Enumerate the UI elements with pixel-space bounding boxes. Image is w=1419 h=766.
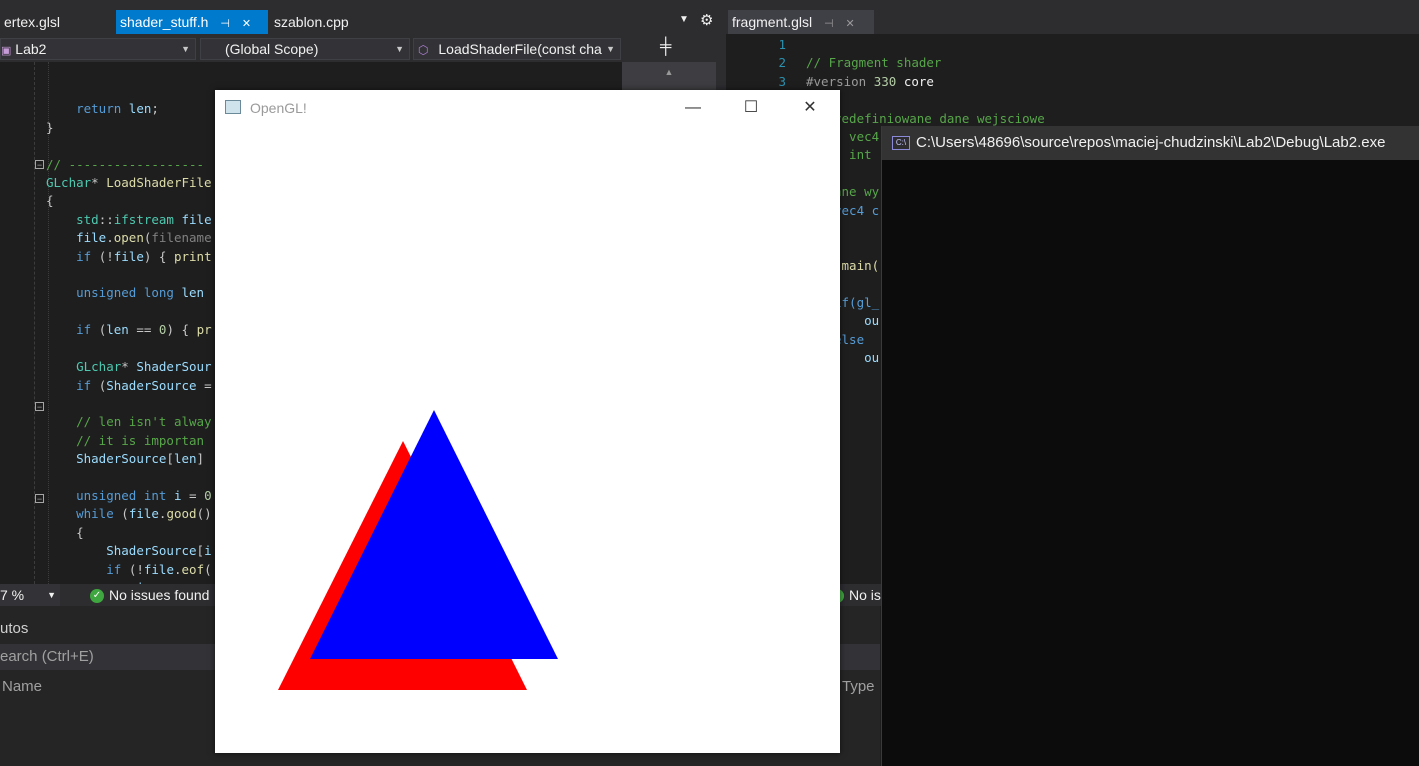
console-title: C:\Users\48696\source\repos\maciej-chudz… — [916, 134, 1386, 151]
code-line: ane wy — [834, 184, 880, 200]
column-header-name[interactable]: Name — [2, 678, 42, 695]
search-placeholder: earch (Ctrl+E) — [0, 648, 94, 665]
blue-triangle — [310, 410, 558, 659]
project-dropdown[interactable]: ▣ Lab2 ▼ — [0, 38, 196, 60]
code-line: std::ifstream file — [76, 211, 212, 227]
code-line: // Fragment shader — [806, 55, 942, 71]
code-line: main( — [834, 257, 880, 273]
code-line: ShaderSource[len] — [76, 451, 212, 467]
console-window[interactable]: C:\ C:\Users\48696\source\repos\maciej-ch… — [881, 126, 1419, 766]
code-line: { — [46, 193, 54, 209]
zoom-level: 7 % — [0, 587, 25, 603]
code-line: return len; — [76, 101, 159, 117]
line-number: 1 — [778, 37, 786, 52]
close-icon[interactable]: ✕ — [846, 12, 855, 36]
fold-toggle[interactable]: − — [35, 160, 44, 170]
indent-guide — [34, 62, 36, 584]
code-line: while (file.good() — [76, 506, 212, 522]
code-line: } — [46, 119, 54, 135]
tab-szablon-cpp[interactable]: szablon.cpp — [270, 10, 380, 34]
tab-label: szablon.cpp — [274, 14, 349, 30]
issues-indicator[interactable]: ✓ No issues found — [90, 584, 209, 606]
scope-dropdown[interactable]: (Global Scope) ▼ — [200, 38, 410, 60]
close-button[interactable]: ✕ — [787, 90, 833, 126]
code-line: // it is importan — [76, 432, 205, 448]
code-line: unsigned int i = 0 — [76, 487, 212, 503]
issues-label: No is — [849, 587, 881, 603]
tab-shader-stuff-h[interactable]: shader_stuff.h ⊣ ✕ — [116, 10, 268, 34]
fold-toggle[interactable]: − — [35, 402, 44, 412]
code-line: // len isn't alway — [76, 414, 212, 430]
code-line: if (len == 0) { pr — [76, 322, 212, 338]
code-line: redefiniowane dane wejsciowe — [834, 110, 1045, 126]
tab-overflow-chevron-down-icon[interactable]: ▼ — [679, 14, 689, 25]
scroll-up-icon[interactable]: ▲ — [622, 62, 716, 82]
tab-vertex-glsl[interactable]: ertex.glsl — [0, 10, 116, 34]
issues-label: No issues found — [109, 587, 210, 603]
console-icon: C:\ — [892, 136, 910, 151]
opengl-titlebar[interactable]: OpenGL! — ☐ ✕ — [215, 90, 840, 126]
line-number: 3 — [778, 73, 786, 89]
tab-label: fragment.glsl — [732, 14, 813, 30]
code-line: #version 330 core — [806, 73, 934, 89]
window-title: OpenGL! — [250, 100, 307, 116]
zoom-dropdown[interactable]: 7 % ▼ — [0, 584, 60, 606]
line-numbers: 1 2 3 — [770, 36, 786, 91]
code-line: // ------------------ — [46, 156, 205, 172]
method-icon: ⬡ — [418, 43, 429, 57]
member-dropdown[interactable]: ⬡ LoadShaderFile(const cha ▼ — [413, 38, 621, 60]
line-number: 2 — [778, 55, 786, 71]
tab-fragment-glsl[interactable]: fragment.glsl ⊣ ✕ — [728, 10, 874, 34]
gear-icon[interactable]: ⚙ — [700, 11, 713, 29]
minimize-button[interactable]: — — [670, 90, 716, 126]
split-editor-icon[interactable]: ╪ — [660, 38, 671, 56]
chevron-down-icon: ▼ — [603, 39, 615, 59]
code-line: { — [76, 524, 84, 540]
code-line: if (ShaderSource = — [76, 377, 212, 393]
member-label: LoadShaderFile(const cha — [438, 41, 602, 57]
code-line: if(gl_ — [834, 294, 880, 310]
close-icon[interactable]: ✕ — [242, 12, 251, 36]
project-label: Lab2 — [15, 41, 47, 57]
tab-label: shader_stuff.h — [120, 14, 209, 30]
code-line: if (!file.eof( — [106, 561, 212, 577]
code-line: if (!file) { print — [76, 248, 212, 264]
chevron-down-icon: ▼ — [181, 44, 190, 54]
pin-icon[interactable]: ⊣ — [824, 12, 834, 36]
project-icon: ▣ — [1, 45, 12, 57]
vertical-scrollbar[interactable]: ▲ — [622, 62, 716, 92]
code-line: vec4 c — [834, 202, 880, 218]
app-icon — [225, 100, 241, 114]
chevron-down-icon: ▼ — [47, 590, 56, 600]
code-line: ShaderSource[i — [106, 543, 212, 559]
code-line: GLchar* LoadShaderFile — [46, 175, 212, 191]
fold-toggle[interactable]: − — [35, 494, 44, 504]
scope-label: (Global Scope) — [225, 41, 319, 57]
autos-title: utos — [0, 620, 29, 637]
opengl-canvas[interactable] — [215, 126, 840, 753]
code-line: ou — [834, 313, 880, 329]
code-line: file.open(filename — [76, 230, 212, 246]
console-titlebar[interactable]: C:\ C:\Users\48696\source\repos\maciej-ch… — [882, 126, 1419, 160]
pin-icon[interactable]: ⊣ — [220, 12, 230, 36]
code-line: GLchar* ShaderSour — [76, 359, 212, 375]
tab-label: ertex.glsl — [4, 14, 61, 30]
opengl-window[interactable]: OpenGL! — ☐ ✕ — [215, 90, 840, 753]
maximize-button[interactable]: ☐ — [728, 90, 774, 126]
code-lines: return len; } // ------------------ GLch… — [46, 82, 212, 584]
chevron-down-icon: ▼ — [395, 44, 404, 54]
code-line: ou — [834, 349, 880, 365]
code-line: unsigned long len — [76, 285, 205, 301]
check-icon: ✓ — [90, 589, 104, 604]
column-header-type[interactable]: Type — [842, 678, 875, 695]
